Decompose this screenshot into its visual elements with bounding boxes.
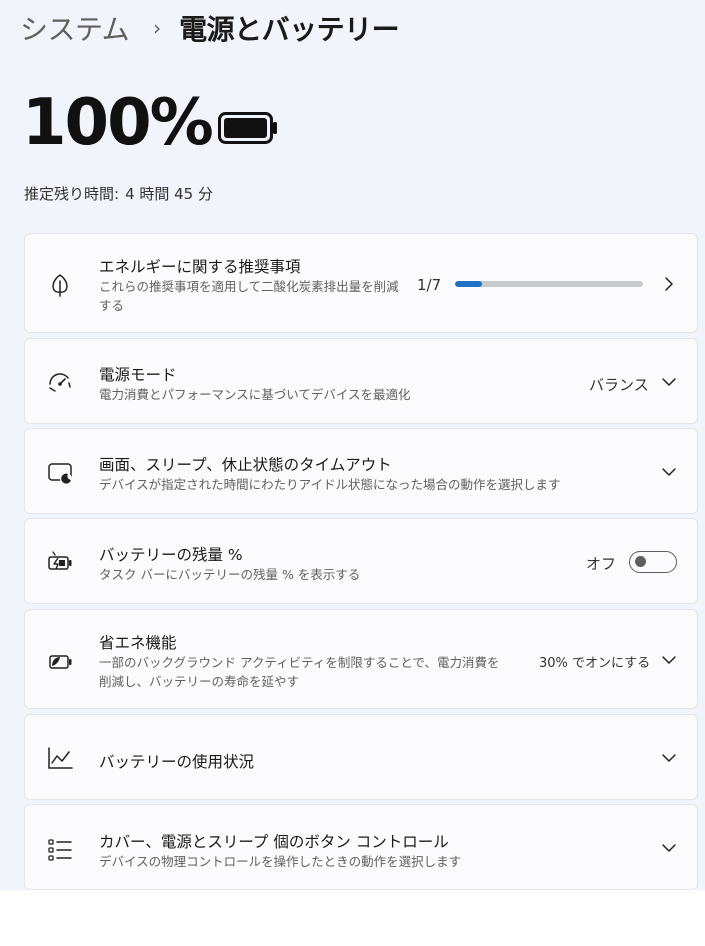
page-title: 電源とバッテリー [179,13,400,46]
chart-line-icon [48,747,73,769]
screen-sleep-icon [48,463,72,485]
recommendation-progress-bar [455,281,643,287]
battery-charging-icon [48,551,72,570]
breadcrumb: システム › 電源とバッテリー [20,8,400,48]
chevron-right-icon [665,277,673,291]
card-description: 一部のバックグラウンド アクティビティを制限することで、電力消費を削減し、バッテ… [99,655,500,689]
leaf-icon [52,274,68,297]
chevron-down-icon[interactable] [661,374,677,390]
remaining-time-value: 4 時間 45 分 [125,185,213,203]
energy-recommendations-card[interactable]: エネルギーに関する推奨事項 これらの推奨事項を適用して二酸化炭素排出量を削減する… [24,233,698,333]
battery-percent: 100% [22,86,214,160]
card-title: バッテリーの残量 % [99,546,243,564]
card-title: 画面、スリープ、休止状態のタイムアウト [99,456,392,474]
power-mode-card[interactable]: 電源モード 電力消費とパフォーマンスに基づいてデバイスを最適化 バランス [24,338,698,424]
remaining-time-label: 推定残り時間: [24,185,120,203]
breadcrumb-parent[interactable]: システム [20,8,130,48]
toggle-knob [635,556,646,567]
card-title: エネルギーに関する推奨事項 [99,258,301,276]
card-description: これらの推奨事項を適用して二酸化炭素排出量を削減する [99,279,399,313]
remaining-time: 推定残り時間: 4 時間 45 分 [24,183,213,204]
battery-percentage-card: バッテリーの残量 % タスク バーにバッテリーの残量 % を表示する オフ [24,518,698,604]
chevron-down-icon[interactable] [661,840,677,856]
card-description: デバイスが指定された時間にわたりアイドル状態になった場合の動作を選択します [99,477,561,492]
card-title: 省エネ機能 [99,634,177,652]
gauge-icon [49,373,71,392]
card-title: バッテリーの使用状況 [99,753,255,771]
battery-usage-card[interactable]: バッテリーの使用状況 [24,714,698,800]
list-icon [48,839,72,861]
breadcrumb-separator: › [153,16,162,40]
settings-window: システム › 電源とバッテリー 100% 推定残り時間: 4 時間 45 分 エネ… [0,0,705,890]
recommendation-count: 1/7 [417,276,442,294]
progress-fill [455,281,482,287]
chevron-down-icon[interactable] [661,652,677,668]
card-title: 電源モード [99,366,177,384]
screen-sleep-timeout-card[interactable]: 画面、スリープ、休止状態のタイムアウト デバイスが指定された時間にわたりアイドル… [24,428,698,514]
chevron-down-icon[interactable] [661,750,677,766]
card-description: 電力消費とパフォーマンスに基づいてデバイスを最適化 [99,387,411,402]
battery-percentage-toggle[interactable] [629,551,677,573]
power-mode-value[interactable]: バランス [589,374,649,395]
energy-saver-card[interactable]: 省エネ機能 一部のバックグラウンド アクティビティを制限することで、電力消費を削… [24,609,698,709]
energy-saver-icon [49,655,72,669]
card-description: デバイスの物理コントロールを操作したときの動作を選択します [99,854,462,869]
energy-saver-value[interactable]: 30% でオンにする [539,652,650,671]
card-title: カバー、電源とスリープ 個のボタン コントロール [99,833,449,851]
card-description: タスク バーにバッテリーの残量 % を表示する [99,567,361,582]
button-controls-card[interactable]: カバー、電源とスリープ 個のボタン コントロール デバイスの物理コントロールを操… [24,804,698,890]
battery-icon [218,112,277,144]
toggle-label: オフ [586,555,617,573]
chevron-down-icon[interactable] [661,464,677,480]
